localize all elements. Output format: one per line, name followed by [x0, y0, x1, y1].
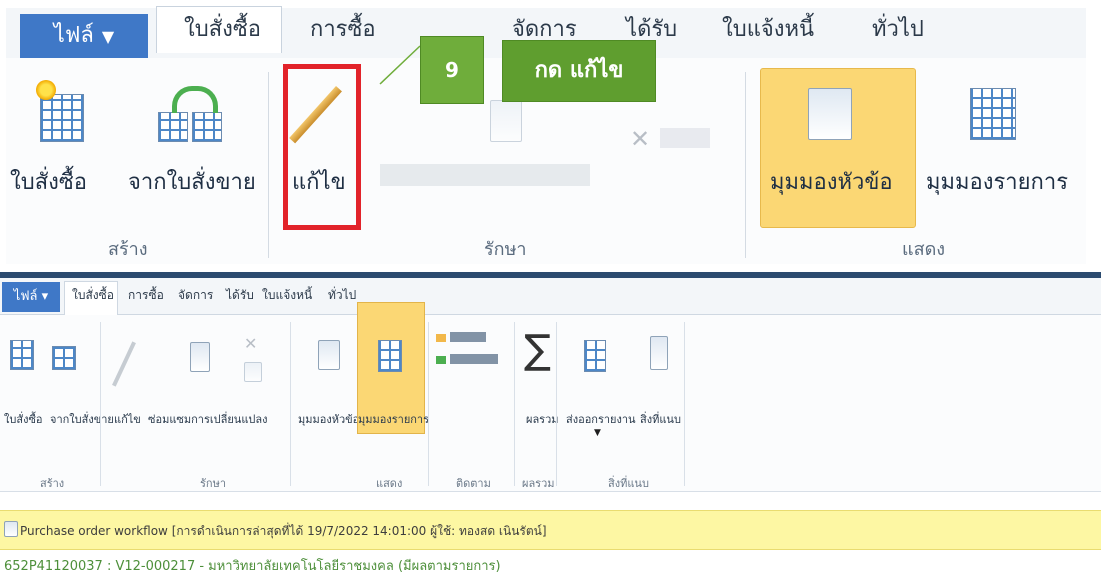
tab-general[interactable]: ทั่วไป [328, 286, 356, 305]
workflow-notice-text[interactable]: Purchase order workflow [การดำเนินการล่า… [20, 522, 547, 541]
from-sales-order-button[interactable]: จากใบสั่งขาย [50, 410, 114, 428]
tab-purchase-order[interactable]: ใบสั่งซื้อ [72, 286, 114, 305]
group-separator [268, 72, 269, 258]
file-tab-label: ไฟล์ [53, 23, 94, 48]
new-purchase-order-icon [40, 94, 84, 142]
copy-arrow-icon [172, 86, 218, 113]
disabled-repair-button [380, 164, 590, 186]
doc-b-icon [192, 112, 222, 142]
follow-up-label [450, 354, 498, 364]
tab-purchase-order[interactable]: ใบสั่งซื้อ [184, 10, 261, 50]
repair-changes-button[interactable]: ซ่อมแซมการเปลี่ยนแปลง [148, 410, 268, 428]
disabled-label [660, 128, 710, 148]
group-label-maintain: รักษา [200, 477, 226, 490]
header-view-icon [318, 340, 340, 370]
step-instruction: กด แก้ไข [502, 40, 656, 102]
callout-leader-line [379, 45, 421, 85]
group-label-track: ติดตาม [456, 477, 491, 490]
group-separator [745, 72, 746, 258]
tab-invoice[interactable]: ใบแจ้งหนี้ [262, 286, 312, 305]
purchase-order-icon [10, 340, 34, 370]
record-title: 652P41120037 : V12-000217 - มหาวิทยาลัยเ… [4, 559, 501, 574]
repair-icon [190, 342, 210, 372]
group-separator [290, 322, 291, 486]
export-report-icon [584, 340, 606, 372]
tab-general[interactable]: ทั่วไป [872, 10, 924, 50]
export-report-button[interactable]: ส่งออกรายงาน [566, 410, 636, 428]
tab-purchase[interactable]: การซื้อ [310, 10, 376, 50]
file-tab-label: ไฟล์ [13, 289, 38, 304]
disabled-doc-icon [490, 100, 522, 142]
tab-receive[interactable]: ได้รับ [226, 286, 254, 305]
group-label-new: สร้าง [40, 477, 65, 490]
edit-button[interactable]: แก้ไข [114, 410, 141, 428]
group-separator [514, 322, 515, 486]
attachment-button[interactable]: สิ่งที่แนบ [640, 410, 681, 428]
sigma-icon: ∑ [524, 327, 551, 373]
highlight-box [283, 64, 361, 230]
follow-label [450, 332, 486, 342]
group-separator [428, 322, 429, 486]
attachment-icon [650, 336, 668, 370]
delete-icon: ✕ [244, 334, 258, 353]
group-separator [556, 322, 557, 486]
disabled-delete-icon: ✕ [630, 125, 651, 153]
from-sales-order-button[interactable]: จากใบสั่งขาย [128, 164, 256, 199]
header-view-icon [808, 88, 852, 140]
follow-up-icon [436, 356, 446, 364]
group-label-maintain: รักษา [484, 239, 527, 260]
purchase-order-button[interactable]: ใบสั่งซื้อ [4, 410, 43, 428]
group-label-attachments: สิ่งที่แนบ [608, 477, 649, 490]
view-lines-button[interactable]: มุมมองรายการ [926, 164, 1068, 199]
view-header-button[interactable]: มุมมองหัวข้อ [770, 164, 893, 199]
group-label-new: สร้าง [108, 239, 148, 260]
sparkle-icon [36, 80, 56, 100]
ribbon-tab-bar [0, 278, 1101, 315]
from-sales-order-icon [52, 346, 76, 370]
lines-view-icon [970, 88, 1016, 140]
view-lines-button[interactable]: มุมมองรายการ [358, 410, 429, 428]
group-label-show: แสดง [376, 477, 403, 490]
file-tab[interactable]: ไฟล์ ▾ [2, 282, 60, 312]
view-header-button[interactable]: มุมมองหัวข้อ [298, 410, 359, 428]
group-separator [100, 322, 101, 486]
group-label-totals: ผลรวม [522, 477, 555, 490]
lines-view-icon [378, 340, 402, 372]
step-number-badge: 9 [420, 36, 484, 104]
tab-manage[interactable]: จัดการ [178, 286, 213, 305]
chevron-down-icon: ▼ [101, 27, 115, 46]
disabled-doc-icon [244, 362, 262, 382]
zoomed-ribbon: ไฟล์ ▼ ใบสั่งซื้อ การซื้อ จัดการ ได้รับ ใ… [0, 0, 1101, 272]
chevron-down-icon[interactable]: ▼ [594, 428, 601, 438]
file-tab[interactable]: ไฟล์ ▼ [20, 14, 148, 58]
follow-icon [436, 334, 446, 342]
totals-button[interactable]: ผลรวม [526, 410, 559, 428]
tab-invoice[interactable]: ใบแจ้งหนี้ [722, 10, 814, 50]
tab-purchase[interactable]: การซื้อ [128, 286, 164, 305]
doc-a-icon [158, 112, 188, 142]
group-separator [684, 322, 685, 486]
group-label-show: แสดง [902, 239, 946, 260]
workflow-icon [4, 521, 18, 537]
purchase-order-button[interactable]: ใบสั่งซื้อ [10, 164, 87, 199]
